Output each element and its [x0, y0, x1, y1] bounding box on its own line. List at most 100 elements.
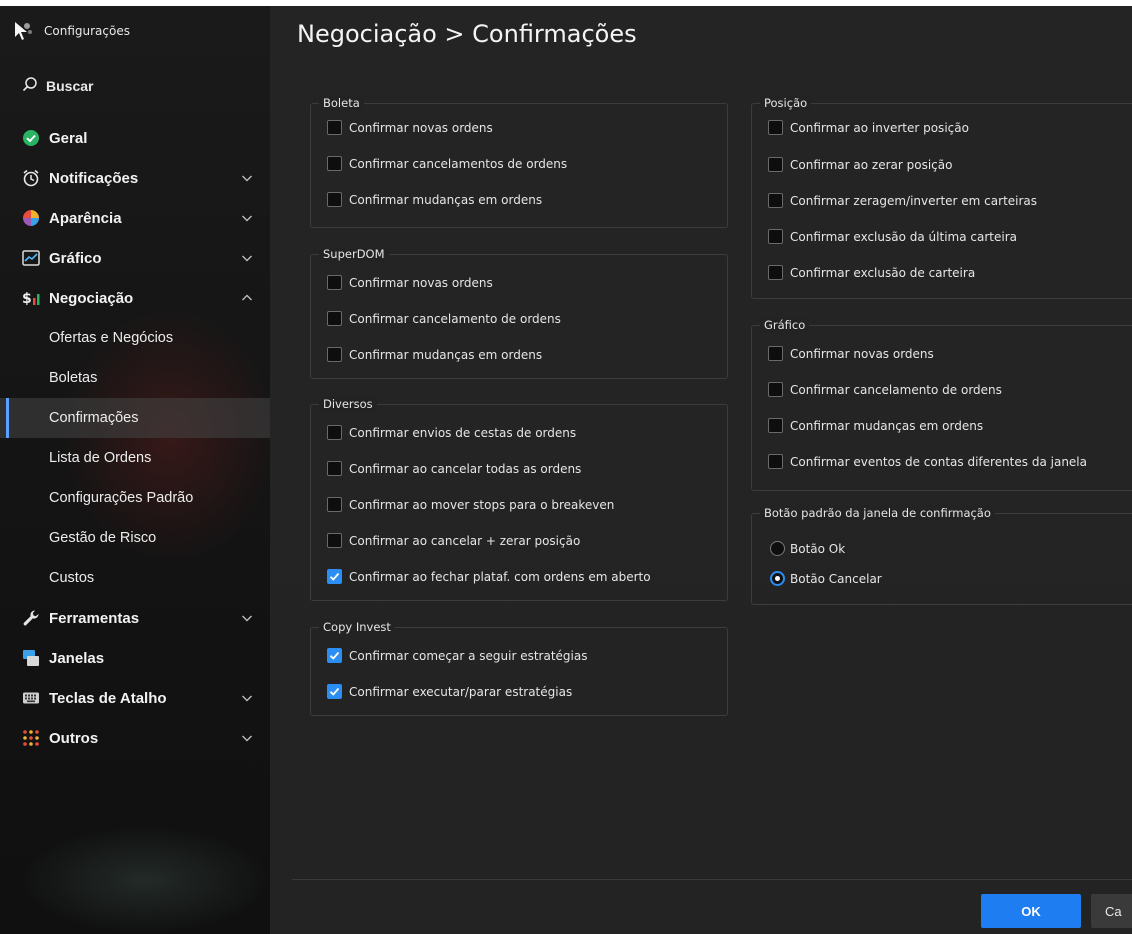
sidebar-item-aparencia[interactable]: Aparência	[0, 198, 270, 238]
checkbox[interactable]	[768, 382, 783, 397]
checkbox[interactable]	[768, 265, 783, 280]
checkbox-option[interactable]: Confirmar novas ordens	[327, 120, 493, 135]
group-botao-padrao: Botão padrão da janela de confirmação Bo…	[751, 505, 1132, 605]
checkbox-option[interactable]: Confirmar novas ordens	[768, 346, 934, 361]
group-title: Boleta	[319, 95, 364, 111]
sidebar-item-label: Aparência	[49, 209, 122, 227]
checkbox-option[interactable]: Confirmar mudanças em ordens	[327, 192, 542, 207]
sidebar: Configurações Buscar Geral Notificações …	[0, 6, 280, 934]
radio-button[interactable]	[770, 541, 785, 556]
sidebar-subitem-configuracoes-padrao[interactable]: Configurações Padrão	[0, 478, 270, 518]
checkbox[interactable]	[327, 156, 342, 171]
checkbox-label: Confirmar mudanças em ordens	[349, 347, 543, 362]
checkbox-option[interactable]: Confirmar mudanças em ordens	[768, 418, 983, 433]
search-label: Buscar	[46, 77, 94, 94]
search-box[interactable]: Buscar	[22, 76, 93, 95]
checkbox-option[interactable]: Confirmar exclusão da última carteira	[768, 229, 1017, 244]
chevron-up-icon	[240, 291, 254, 305]
checkbox[interactable]	[768, 157, 783, 172]
checkbox-label: Confirmar ao cancelar todas as ordens	[349, 461, 582, 476]
svg-text:$: $	[22, 291, 32, 307]
chevron-down-icon	[240, 691, 254, 705]
checkbox[interactable]	[768, 418, 783, 433]
checkbox-label: Confirmar ao mover stops para o breakeve…	[349, 497, 615, 512]
sidebar-item-notificacoes[interactable]: Notificações	[0, 158, 270, 198]
sidebar-item-janelas[interactable]: Janelas	[0, 638, 270, 678]
group-boleta: Boleta Confirmar novas ordens Confirmar …	[310, 95, 728, 228]
color-wheel-icon	[22, 209, 40, 227]
chevron-down-icon	[240, 611, 254, 625]
checkbox[interactable]	[327, 533, 342, 548]
checkbox[interactable]	[327, 684, 342, 699]
checkbox-option[interactable]: Confirmar cancelamento de ordens	[327, 311, 561, 326]
radio-option[interactable]: Botão Ok	[770, 541, 845, 556]
sidebar-background-glow-bottom	[20, 826, 270, 934]
cancel-button[interactable]: Ca	[1091, 894, 1132, 928]
sidebar-item-grafico[interactable]: Gráfico	[0, 238, 270, 278]
checkbox[interactable]	[768, 229, 783, 244]
checkbox-label: Confirmar exclusão de carteira	[790, 265, 976, 280]
app-logo-icon	[12, 20, 34, 42]
checkbox[interactable]	[768, 120, 783, 135]
checkbox[interactable]	[327, 347, 342, 362]
checkbox[interactable]	[327, 461, 342, 476]
sidebar-subitem-custos[interactable]: Custos	[0, 558, 270, 598]
checkbox-option[interactable]: Confirmar exclusão de carteira	[768, 265, 975, 280]
chevron-down-icon	[240, 251, 254, 265]
checkbox-label: Confirmar mudanças em ordens	[790, 418, 984, 433]
ok-button[interactable]: OK	[981, 894, 1081, 928]
checkbox[interactable]	[327, 275, 342, 290]
checkbox-label: Confirmar novas ordens	[349, 275, 493, 290]
checkbox[interactable]	[327, 311, 342, 326]
sidebar-subitem-lista-de-ordens[interactable]: Lista de Ordens	[0, 438, 270, 478]
sidebar-item-negociacao[interactable]: $ Negociação	[0, 278, 270, 318]
sidebar-subitem-boletas[interactable]: Boletas	[0, 358, 270, 398]
checkbox-option[interactable]: Confirmar ao cancelar + zerar posição	[327, 533, 580, 548]
checkbox-option[interactable]: Confirmar ao zerar posição	[768, 157, 952, 172]
checkbox[interactable]	[768, 454, 783, 469]
checkbox-option[interactable]: Confirmar envios de cestas de ordens	[327, 425, 576, 440]
checkbox-option[interactable]: Confirmar executar/parar estratégias	[327, 684, 572, 699]
sidebar-item-teclas-de-atalho[interactable]: Teclas de Atalho	[0, 678, 270, 718]
checkbox[interactable]	[768, 346, 783, 361]
group-copy-invest: Copy Invest Confirmar começar a seguir e…	[310, 619, 728, 716]
group-title: Botão padrão da janela de confirmação	[760, 505, 995, 521]
radio-button[interactable]	[770, 571, 785, 586]
sidebar-subitem-label: Ofertas e Negócios	[49, 330, 174, 346]
checkbox-option[interactable]: Confirmar zeragem/inverter em carteiras	[768, 193, 1037, 208]
checkbox[interactable]	[768, 193, 783, 208]
sidebar-subitem-label: Gestão de Risco	[49, 530, 157, 546]
sidebar-item-label: Janelas	[49, 649, 105, 667]
checkbox-option[interactable]: Confirmar cancelamentos de ordens	[327, 156, 567, 171]
footer-divider	[292, 879, 1132, 880]
checkbox[interactable]	[327, 497, 342, 512]
checkbox-label: Confirmar começar a seguir estratégias	[349, 648, 588, 663]
radio-option[interactable]: Botão Cancelar	[770, 571, 882, 586]
radio-label: Botão Cancelar	[790, 571, 882, 586]
checkbox[interactable]	[327, 192, 342, 207]
checkbox-option[interactable]: Confirmar cancelamento de ordens	[768, 382, 1002, 397]
checkbox-option[interactable]: Confirmar novas ordens	[327, 275, 493, 290]
sidebar-subitem-confirmacoes[interactable]: Confirmações	[0, 398, 270, 438]
checkbox[interactable]	[327, 648, 342, 663]
checkbox[interactable]	[327, 120, 342, 135]
checkbox-option[interactable]: Confirmar mudanças em ordens	[327, 347, 542, 362]
sidebar-item-ferramentas[interactable]: Ferramentas	[0, 598, 270, 638]
checkbox[interactable]	[327, 425, 342, 440]
sidebar-item-geral[interactable]: Geral	[0, 118, 270, 158]
checkbox-option[interactable]: Confirmar começar a seguir estratégias	[327, 648, 588, 663]
main-panel: Negociação > Confirmações Boleta Confirm…	[270, 6, 1132, 934]
checkbox-option[interactable]: Confirmar eventos de contas diferentes d…	[768, 454, 1087, 469]
checkbox-option[interactable]: Confirmar ao cancelar todas as ordens	[327, 461, 581, 476]
chevron-down-icon	[240, 211, 254, 225]
checkbox[interactable]	[327, 569, 342, 584]
sidebar-subitem-label: Lista de Ordens	[49, 450, 152, 466]
checkbox-option[interactable]: Confirmar ao mover stops para o breakeve…	[327, 497, 614, 512]
checkbox-label: Confirmar cancelamento de ordens	[349, 311, 561, 326]
sidebar-item-outros[interactable]: Outros	[0, 718, 270, 758]
search-icon	[22, 76, 38, 95]
checkbox-option[interactable]: Confirmar ao fechar plataf. com ordens e…	[327, 569, 651, 584]
sidebar-subitem-gestao-de-risco[interactable]: Gestão de Risco	[0, 518, 270, 558]
sidebar-subitem-ofertas-e-negocios[interactable]: Ofertas e Negócios	[0, 318, 270, 358]
checkbox-option[interactable]: Confirmar ao inverter posição	[768, 120, 969, 135]
